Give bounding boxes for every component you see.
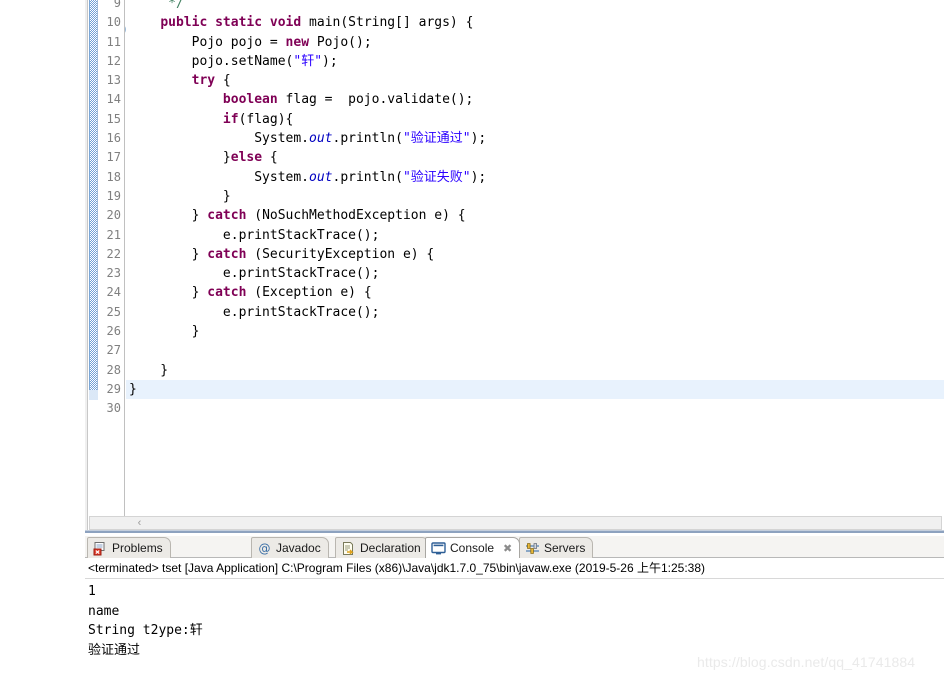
line-number: 12: [106, 53, 121, 68]
code-line[interactable]: } catch (SecurityException e) {: [126, 245, 944, 264]
code-line[interactable]: }: [126, 187, 944, 206]
line-number: 14: [106, 92, 121, 107]
code-line[interactable]: }: [126, 322, 944, 341]
code-text-area[interactable]: */ public static void main(String[] args…: [126, 0, 944, 515]
code-line[interactable]: e.printStackTrace();: [126, 303, 944, 322]
eclipse-ide-screenshot: 9 10 11 12 13 14 15 16 17 18 19 20 21 22 23 24 25 26 27 28 2…: [0, 0, 944, 682]
editor-horizontal-scrollbar[interactable]: ‹: [89, 516, 942, 530]
svg-text:@: @: [259, 541, 271, 555]
line-number: 13: [106, 73, 121, 88]
view-tab-bar[interactable]: Problems @ Javadoc Declaration Console ✖ Serve…: [85, 536, 944, 558]
declaration-icon: [341, 541, 356, 556]
code-line[interactable]: Pojo pojo = new Pojo();: [126, 33, 944, 52]
code-line[interactable]: [126, 341, 944, 360]
console-icon: [431, 541, 446, 556]
line-number: 29: [106, 381, 121, 396]
line-number: 27: [106, 343, 121, 358]
code-line[interactable]: boolean flag = pojo.validate();: [126, 90, 944, 109]
tab-problems[interactable]: Problems: [87, 537, 171, 558]
tab-label: Declaration: [360, 541, 421, 555]
close-icon[interactable]: ✖: [503, 542, 512, 555]
line-number: 28: [106, 362, 121, 377]
tab-console[interactable]: Console ✖: [425, 537, 521, 558]
code-line[interactable]: } catch (NoSuchMethodException e) {: [126, 206, 944, 225]
code-line[interactable]: [126, 399, 944, 418]
line-number: 19: [106, 188, 121, 203]
console-output-line: String t2ype:轩: [88, 623, 203, 638]
tab-label: Console: [450, 541, 495, 555]
javadoc-icon: @: [257, 541, 272, 556]
scroll-left-icon[interactable]: ‹: [134, 518, 145, 529]
java-source-editor[interactable]: 9 10 11 12 13 14 15 16 17 18 19 20 21 22 23 24 25 26 27 28 2…: [85, 0, 944, 533]
tab-servers[interactable]: Servers: [519, 537, 594, 558]
code-line[interactable]: e.printStackTrace();: [126, 226, 944, 245]
line-number: 22: [106, 246, 121, 261]
code-line[interactable]: }: [126, 379, 944, 400]
line-number: 26: [106, 324, 121, 339]
code-line[interactable]: } catch (Exception e) {: [126, 283, 944, 302]
console-output-line: 1: [88, 584, 96, 599]
servers-icon: [525, 541, 540, 556]
code-line[interactable]: }else {: [126, 148, 944, 167]
problems-icon: [93, 541, 108, 556]
line-number: 24: [106, 285, 121, 300]
code-line[interactable]: System.out.println("验证失败");: [126, 168, 944, 187]
line-number: 30: [106, 401, 121, 416]
line-number: 16: [106, 131, 121, 146]
line-number: 15: [106, 111, 121, 126]
code-line[interactable]: */: [126, 0, 944, 13]
code-line[interactable]: }: [126, 361, 944, 380]
console-output-line: name: [88, 603, 120, 619]
line-number: 25: [106, 304, 121, 319]
line-number: 21: [106, 227, 121, 242]
console-process-header: <terminated> tset [Java Application] C:\…: [85, 558, 944, 579]
code-line[interactable]: public static void main(String[] args) {: [126, 13, 944, 32]
code-line[interactable]: try {: [126, 71, 944, 90]
editor-change-bar-tail: [89, 390, 98, 400]
editor-change-bar: [89, 0, 98, 390]
line-number: 10: [106, 15, 121, 30]
code-line[interactable]: pojo.setName("轩");: [126, 52, 944, 71]
line-number-gutter[interactable]: 9 10 11 12 13 14 15 16 17 18 19 20 21 22 23 24 25 26 27 28 2…: [98, 0, 125, 533]
tab-javadoc[interactable]: @ Javadoc: [251, 537, 329, 558]
line-number: 18: [106, 169, 121, 184]
watermark-text: https://blog.csdn.net/qq_41741884: [697, 654, 916, 670]
tab-label: Problems: [112, 541, 163, 555]
editor-left-frame: [85, 0, 88, 533]
code-line[interactable]: if(flag){: [126, 110, 944, 129]
line-number: 23: [106, 266, 121, 281]
code-line[interactable]: System.out.println("验证通过");: [126, 129, 944, 148]
tab-label: Servers: [544, 541, 586, 555]
editor-bottom-divider: [85, 531, 944, 533]
line-number: 11: [106, 34, 121, 49]
code-line[interactable]: e.printStackTrace();: [126, 264, 944, 283]
tab-label: Javadoc: [276, 541, 321, 555]
line-number: 9: [113, 0, 121, 10]
line-number: 20: [106, 208, 121, 223]
line-number: 17: [106, 150, 121, 165]
tab-declaration[interactable]: Declaration: [335, 537, 429, 558]
